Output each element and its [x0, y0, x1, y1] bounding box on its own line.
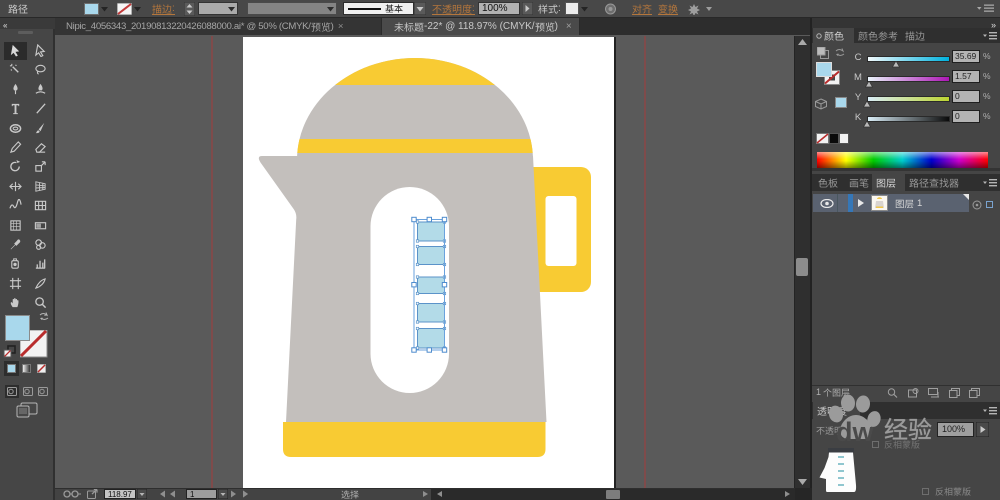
- svg-text:dw: dw: [836, 417, 874, 445]
